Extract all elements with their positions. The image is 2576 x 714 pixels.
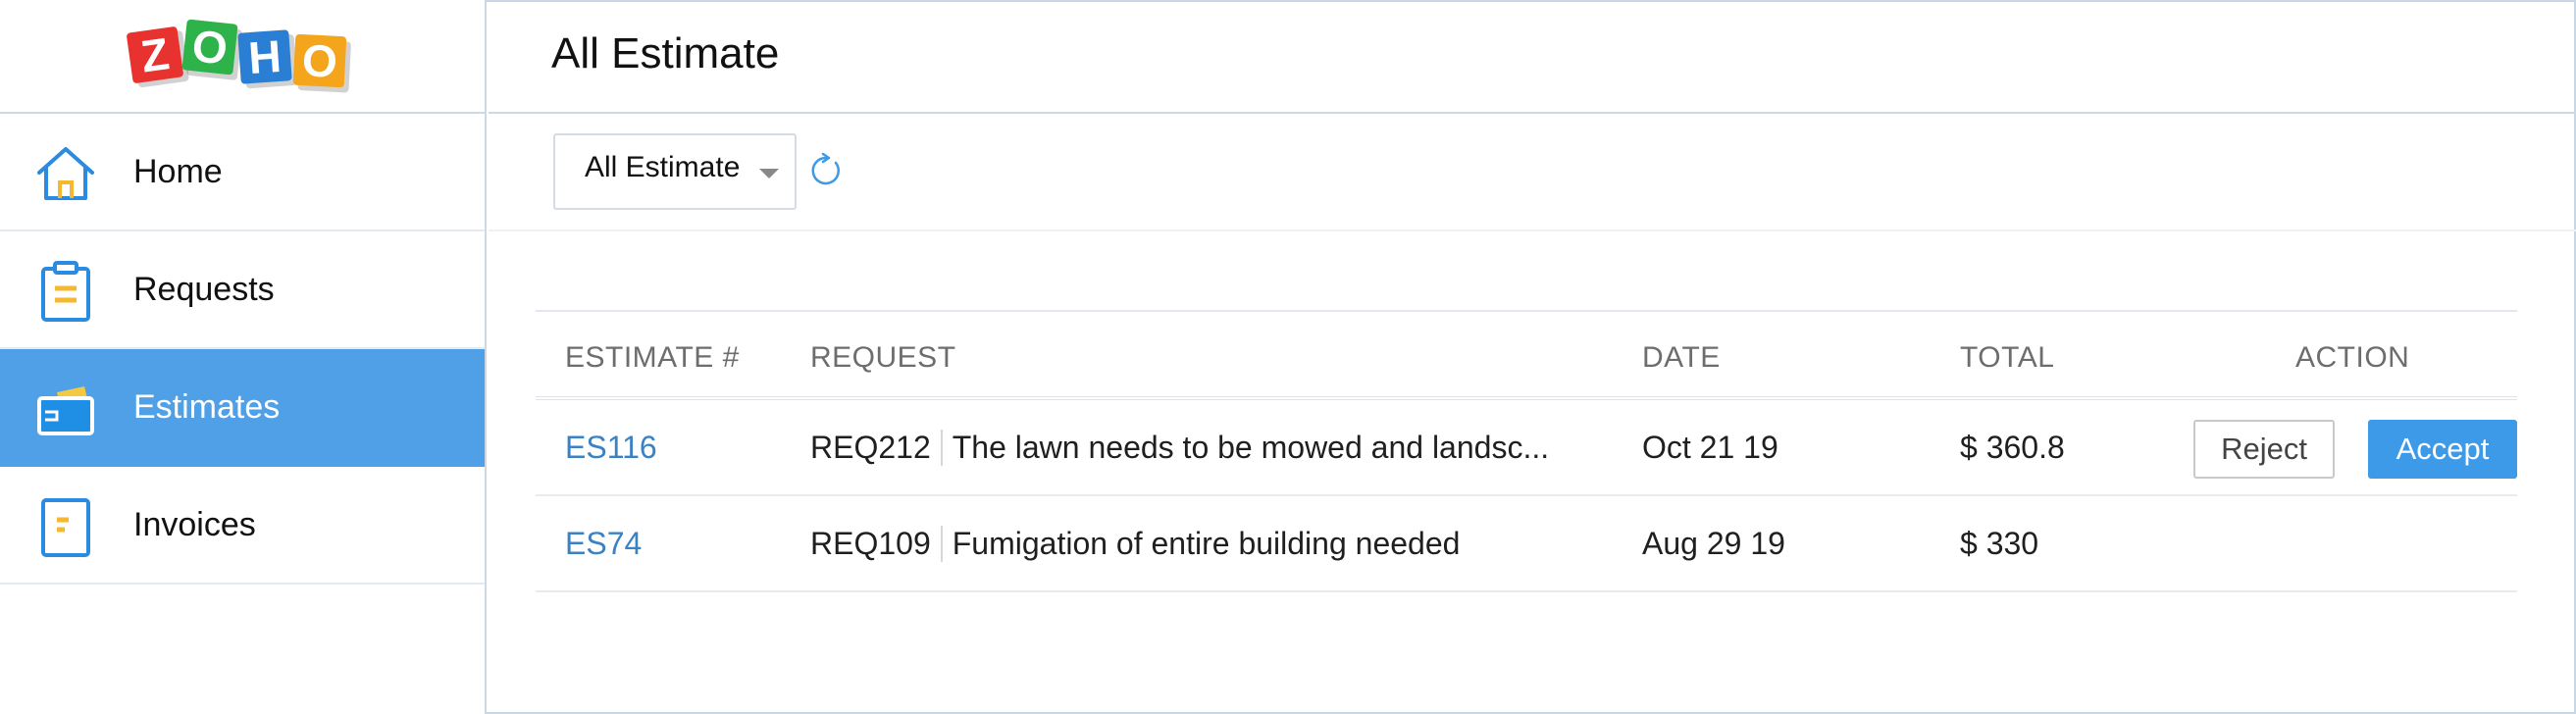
logo-letter-o1: O [181, 19, 238, 76]
date-cell: Oct 21 19 [1642, 430, 1778, 465]
date-cell: Aug 29 19 [1642, 526, 1785, 561]
page-header: All Estimate [489, 0, 2576, 114]
sidebar-item-label: Invoices [133, 505, 256, 543]
logo-area: Z O H O [0, 0, 485, 114]
sidebar-item-estimates[interactable]: Estimates [0, 349, 485, 467]
sidebar: Z O H O Home Requests Estimates Invoices [0, 0, 487, 714]
request-id: REQ109 [810, 526, 943, 562]
refresh-icon[interactable] [808, 153, 844, 188]
total-cell: $ 330 [1960, 526, 2039, 561]
estimates-table: ESTIMATE # REQUEST DATE TOTAL ACTION ES1… [536, 310, 2517, 592]
clipboard-icon [41, 261, 90, 322]
zoho-logo[interactable]: Z O H O [126, 18, 357, 98]
column-header-action: ACTION [2295, 341, 2410, 374]
request-cell: REQ212 The lawn needs to be mowed and lan… [810, 430, 1549, 466]
column-header-estimate[interactable]: ESTIMATE # [565, 341, 740, 375]
column-header-date[interactable]: DATE [1642, 341, 1721, 375]
estimate-id-link[interactable]: ES74 [565, 526, 642, 562]
table-row: ES74 REQ109 Fumigation of entire building… [536, 496, 2517, 592]
main-content: All Estimate All Estimate ESTIMATE # REQ… [489, 0, 2576, 714]
request-cell: REQ109 Fumigation of entire building need… [810, 526, 1460, 562]
logo-letter-o2: O [292, 33, 347, 88]
dropdown-selected-value: All Estimate [585, 151, 741, 183]
sidebar-item-label: Home [133, 152, 223, 190]
logo-letter-z: Z [126, 26, 184, 84]
request-description: Fumigation of entire building needed [952, 526, 1461, 561]
accept-button[interactable]: Accept [2368, 420, 2517, 479]
filter-bar: All Estimate [489, 114, 2576, 231]
column-header-request[interactable]: REQUEST [810, 341, 956, 375]
request-id: REQ212 [810, 430, 943, 466]
sidebar-item-requests[interactable]: Requests [0, 231, 485, 349]
table-row: ES116 REQ212 The lawn needs to be mowed a… [536, 400, 2517, 496]
sidebar-item-label: Estimates [133, 387, 281, 426]
reject-button[interactable]: Reject [2193, 420, 2335, 479]
sidebar-item-home[interactable]: Home [0, 114, 485, 231]
sidebar-item-invoices[interactable]: Invoices [0, 467, 485, 585]
column-header-total[interactable]: TOTAL [1960, 341, 2054, 375]
chevron-down-icon [759, 169, 779, 178]
sidebar-item-label: Requests [133, 270, 275, 308]
page-title: All Estimate [551, 29, 780, 77]
request-description: The lawn needs to be mowed and landsc... [952, 430, 1550, 465]
logo-letter-h: H [237, 29, 292, 84]
home-icon [37, 147, 94, 200]
estimate-filter-dropdown[interactable]: All Estimate [553, 133, 797, 210]
estimate-id-link[interactable]: ES116 [565, 430, 657, 466]
invoice-document-icon [41, 498, 90, 557]
table-header: ESTIMATE # REQUEST DATE TOTAL ACTION [536, 310, 2517, 400]
total-cell: $ 360.8 [1960, 430, 2065, 465]
estimate-card-icon [37, 386, 94, 435]
